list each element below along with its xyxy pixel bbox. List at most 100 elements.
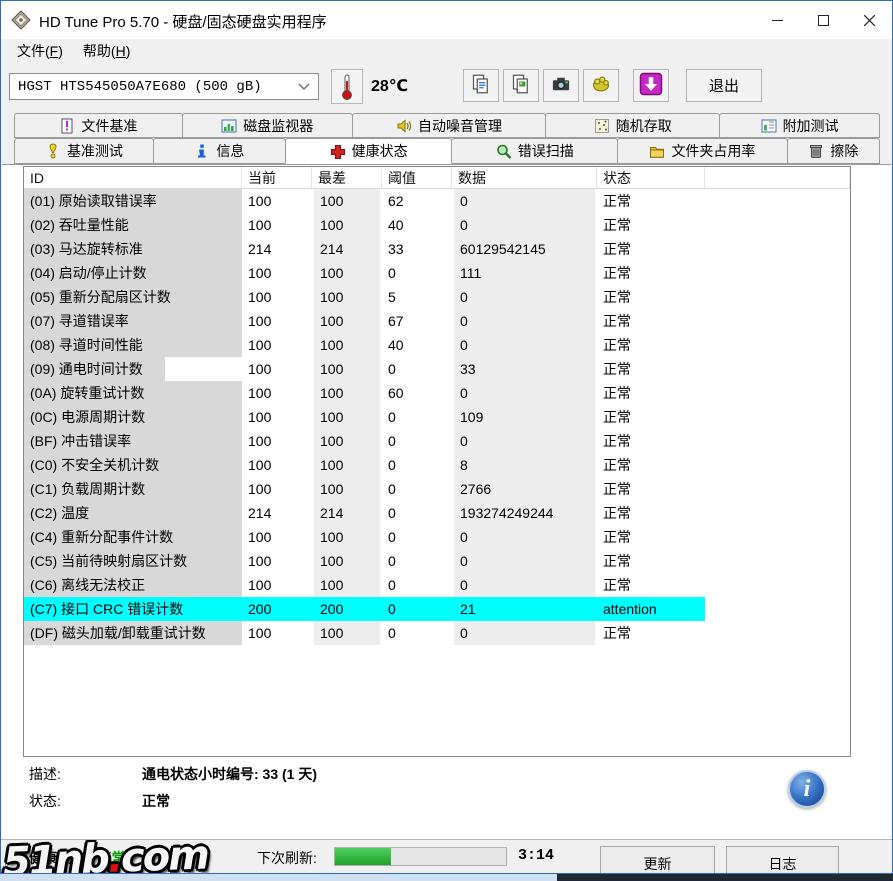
exit-button[interactable]: 退出 <box>686 69 762 102</box>
smart-table-body: (01) 原始读取错误率100100620正常(02) 吞吐量性能1001004… <box>24 189 850 645</box>
table-row[interactable]: (DF) 磁头加载/卸载重试计数10010000正常 <box>24 621 850 645</box>
tab-health-cross[interactable]: 健康状态 <box>285 138 453 164</box>
table-row[interactable]: (C5) 当前待映射扇区计数10010000正常 <box>24 549 850 573</box>
cell-worst: 100 <box>312 213 382 237</box>
cell-threshold: 0 <box>382 429 452 453</box>
table-row[interactable]: (C6) 离线无法校正10010000正常 <box>24 573 850 597</box>
menu-item-h[interactable]: 帮助(H) <box>73 39 140 63</box>
description-label: 描述: <box>29 764 61 784</box>
minimize-icon <box>772 15 783 26</box>
tab-label: 文件基准 <box>81 116 137 136</box>
close-icon <box>864 15 875 26</box>
cell-threshold: 0 <box>382 573 452 597</box>
column-header[interactable]: 阈值 <box>382 167 452 188</box>
table-row[interactable]: (03) 马达旋转标准2142143360129542145正常 <box>24 237 850 261</box>
table-row[interactable]: (04) 启动/停止计数1001000111正常 <box>24 261 850 285</box>
column-header[interactable]: ID <box>24 167 242 188</box>
tab-row-2: 基准测试信息健康状态错误扫描文件夹占用率 擦除 <box>14 138 879 164</box>
drive-select[interactable]: HGST HTS545050A7E680 (500 gB) <box>9 73 319 100</box>
cell-worst: 100 <box>312 477 382 501</box>
tab-erase-trash[interactable]: 擦除 <box>787 138 880 164</box>
menu-item-f[interactable]: 文件(F) <box>7 39 73 63</box>
tab-extra-tests[interactable]: 附加测试 <box>719 113 880 138</box>
copy-image-button[interactable] <box>503 69 539 102</box>
screenshot-camera-button[interactable] <box>543 69 579 102</box>
save-download-button[interactable] <box>633 69 669 102</box>
maximize-button[interactable] <box>800 1 846 39</box>
cell-current: 100 <box>242 549 312 573</box>
cell-current: 100 <box>242 573 312 597</box>
temperature-button[interactable] <box>331 69 363 104</box>
donate-hand-icon <box>591 74 611 97</box>
cell-status: 正常 <box>597 189 705 213</box>
column-header[interactable]: 数据 <box>452 167 597 188</box>
table-row[interactable]: (BF) 冲击错误率10010000正常 <box>24 429 850 453</box>
cell-threshold: 0 <box>382 549 452 573</box>
table-row[interactable]: (C4) 重新分配事件计数10010000正常 <box>24 525 850 549</box>
cell-id: (09) 通电时间计数 <box>24 357 242 381</box>
table-row[interactable]: (05) 重新分配扇区计数10010050正常 <box>24 285 850 309</box>
tab-label: 擦除 <box>830 141 858 161</box>
status-value: 正常 <box>142 791 170 811</box>
close-button[interactable] <box>846 1 892 39</box>
copy-text-button[interactable] <box>463 69 499 102</box>
cell-id: (01) 原始读取错误率 <box>24 189 242 213</box>
log-button[interactable]: 日志 <box>726 846 839 873</box>
minimize-button[interactable] <box>754 1 800 39</box>
tab-folder[interactable]: 文件夹占用率 <box>617 138 788 164</box>
table-row[interactable]: (0C) 电源周期计数1001000109正常 <box>24 405 850 429</box>
table-row[interactable]: (C2) 温度2142140193274249244正常 <box>24 501 850 525</box>
cell-threshold: 0 <box>382 477 452 501</box>
info-icon[interactable]: i <box>788 770 826 808</box>
health-page: ID当前最差阈值数据状态 (01) 原始读取错误率100100620正常(02)… <box>2 164 891 839</box>
table-row[interactable]: (C1) 负载周期计数10010002766正常 <box>24 477 850 501</box>
cell-current: 100 <box>242 261 312 285</box>
tab-file-benchmark[interactable]: 文件基准 <box>14 113 183 138</box>
table-row[interactable]: (09) 通电时间计数100100033正常 <box>24 357 850 381</box>
table-row[interactable]: (C7) 接口 CRC 错误计数200200021attention <box>24 597 850 621</box>
cell-current: 100 <box>242 525 312 549</box>
cell-threshold: 0 <box>382 357 452 381</box>
tab-disk-monitor[interactable]: 磁盘监视器 <box>182 113 353 138</box>
copy-text-icon <box>471 74 491 97</box>
tab-speaker[interactable]: 自动噪音管理 <box>352 113 547 138</box>
cell-worst: 100 <box>312 309 382 333</box>
app-icon <box>11 10 31 30</box>
cell-id: (03) 马达旋转标准 <box>24 237 242 261</box>
table-row[interactable]: (C0) 不安全关机计数10010008正常 <box>24 453 850 477</box>
erase-trash-icon <box>808 143 824 159</box>
table-row[interactable]: (08) 寻道时间性能100100400正常 <box>24 333 850 357</box>
cell-worst: 100 <box>312 285 382 309</box>
table-row[interactable]: (01) 原始读取错误率100100620正常 <box>24 189 850 213</box>
tab-benchmark[interactable]: 基准测试 <box>14 138 154 164</box>
tab-random-access[interactable]: 随机存取 <box>545 113 720 138</box>
error-scan-icon <box>496 143 512 159</box>
tab-label: 自动噪音管理 <box>418 116 502 136</box>
cell-threshold: 0 <box>382 525 452 549</box>
cell-id: (C2) 温度 <box>24 501 242 525</box>
cell-data: 111 <box>452 261 597 285</box>
cell-worst: 100 <box>312 381 382 405</box>
table-row[interactable]: (0A) 旋转重试计数100100600正常 <box>24 381 850 405</box>
table-row[interactable]: (07) 寻道错误率100100670正常 <box>24 309 850 333</box>
table-row[interactable]: (02) 吞吐量性能100100400正常 <box>24 213 850 237</box>
tab-info[interactable]: 信息 <box>153 138 286 164</box>
refresh-countdown: 3:14 <box>518 847 554 864</box>
donate-hand-button[interactable] <box>583 69 619 102</box>
tab-error-scan[interactable]: 错误扫描 <box>451 138 618 164</box>
column-header[interactable]: 状态 <box>597 167 705 188</box>
cell-data: 0 <box>452 525 597 549</box>
cell-threshold: 0 <box>382 597 452 621</box>
window-title: HD Tune Pro 5.70 - 硬盘/固态硬盘实用程序 <box>39 11 327 32</box>
cell-data: 109 <box>452 405 597 429</box>
refresh-button[interactable]: 更新 <box>600 846 715 873</box>
column-header[interactable]: 最差 <box>312 167 382 188</box>
cell-threshold: 67 <box>382 309 452 333</box>
cell-status: 正常 <box>597 309 705 333</box>
cell-current: 100 <box>242 621 312 645</box>
cell-threshold: 62 <box>382 189 452 213</box>
cell-id: (C0) 不安全关机计数 <box>24 453 242 477</box>
smart-table: ID当前最差阈值数据状态 (01) 原始读取错误率100100620正常(02)… <box>23 166 851 757</box>
cell-id: (DF) 磁头加载/卸载重试计数 <box>24 621 242 645</box>
column-header[interactable]: 当前 <box>242 167 312 188</box>
